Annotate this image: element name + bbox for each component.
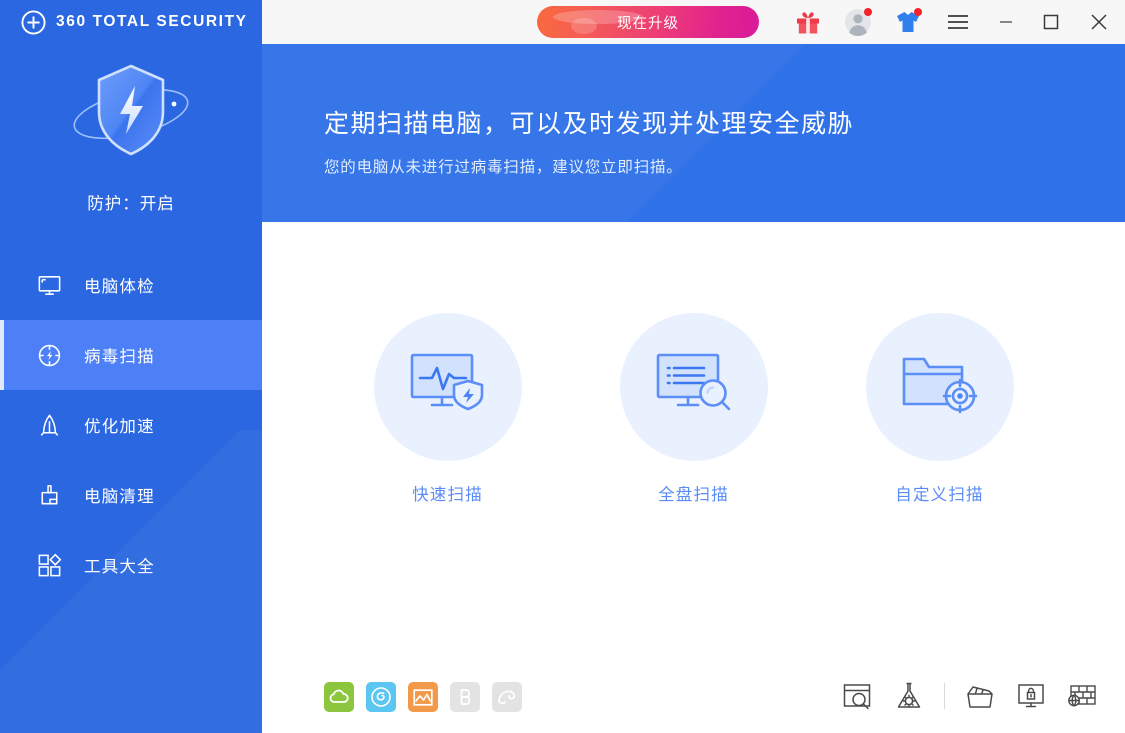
titlebar-icons [783,0,1125,44]
broom-icon [36,482,63,509]
monitor-list-magnifier-icon [652,349,736,426]
notification-badge [914,8,922,16]
plus-circle-icon [20,9,47,36]
app-window: 360 TOTAL SECURITY 防护：开启 电脑体检 病毒扫描 优化加速 … [0,0,1125,733]
sidebar-item-label: 优化加速 [84,418,155,436]
sidebar-nav: 电脑体检 病毒扫描 优化加速 电脑清理 工具大全 [0,250,262,600]
scan-option-custom[interactable]: 自定义扫描 [865,313,1014,505]
sidebar-item-label: 电脑清理 [84,488,155,506]
rocket-icon [36,412,63,439]
sidebar-item-label: 病毒扫描 [84,348,155,366]
tools-divider [944,683,945,709]
button-sheen-secondary [571,18,597,34]
avira-engine-icon[interactable] [408,682,438,712]
scan-option-label: 快速扫描 [412,486,483,504]
avira-umbrella-engine-icon[interactable] [492,682,522,712]
scan-circle [373,313,522,461]
cloud-engine-icon[interactable] [324,682,354,712]
titlebar: 现在升级 [262,0,1125,44]
main-area: 现在升级 定期扫描电脑，可以及时发现并处理安全威胁 您的电脑从未进行过病毒扫描，… [262,0,1125,733]
sidebar: 360 TOTAL SECURITY 防护：开启 电脑体检 病毒扫描 优化加速 … [0,0,262,733]
banner-title: 定期扫描电脑，可以及时发现并处理安全威胁 [324,110,855,138]
scan-content: 快速扫描 全盘扫描 自定义扫描 [262,222,1125,733]
scan-option-label: 全盘扫描 [658,486,729,504]
scan-option-label: 自定义扫描 [895,486,984,504]
protection-status: 防护：开启 [87,195,175,213]
banner-subtitle: 您的电脑从未进行过病毒扫描，建议您立即扫描。 [324,159,683,176]
scan-window-icon[interactable] [841,680,875,712]
scan-circle [865,313,1014,461]
sidebar-item-label: 工具大全 [84,558,155,576]
gift-icon[interactable] [783,0,833,44]
user-avatar-icon[interactable] [833,0,883,44]
qvm-engine-icon[interactable] [366,682,396,712]
shield-orbit-icon [0,56,262,168]
tshirt-skin-icon[interactable] [883,0,933,44]
sidebar-item-pc-checkup[interactable]: 电脑体检 [0,250,262,320]
scan-circle [619,313,768,461]
bitdefender-engine-icon[interactable] [450,682,480,712]
monitor-icon [36,272,63,299]
close-button[interactable] [1073,0,1125,44]
brand: 360 TOTAL SECURITY [0,0,262,44]
maximize-button[interactable] [1028,0,1073,44]
scan-option-full[interactable]: 全盘扫描 [619,313,768,505]
upgrade-now-button[interactable]: 现在升级 [537,6,759,38]
screen-lock-icon[interactable] [1014,680,1048,712]
quarantine-box-icon[interactable] [963,680,997,712]
folder-target-icon [898,349,982,426]
brand-name: 360 TOTAL SECURITY [56,13,248,30]
sidebar-item-speedup[interactable]: 优化加速 [0,390,262,460]
toolbox-grid-icon [36,552,63,579]
hamburger-menu-icon[interactable] [933,0,983,44]
upgrade-now-label: 现在升级 [617,15,679,32]
scan-options-row: 快速扫描 全盘扫描 自定义扫描 [262,222,1125,505]
notification-badge [864,8,872,16]
scan-option-quick[interactable]: 快速扫描 [373,313,522,505]
tools-row [841,680,1099,712]
virus-scan-icon [36,342,63,369]
sidebar-item-toolbox[interactable]: 工具大全 [0,530,262,600]
minimize-button[interactable] [983,0,1028,44]
hero-banner: 定期扫描电脑，可以及时发现并处理安全威胁 您的电脑从未进行过病毒扫描，建议您立即… [262,44,1125,222]
sidebar-item-label: 电脑体检 [84,278,155,296]
sidebar-item-cleanup[interactable]: 电脑清理 [0,460,262,530]
engine-tiles [324,682,522,712]
firewall-globe-icon[interactable] [1065,680,1099,712]
monitor-pulse-shield-icon [406,349,490,426]
sidebar-item-virus-scan[interactable]: 病毒扫描 [0,320,262,390]
virus-flask-icon[interactable] [892,680,926,712]
